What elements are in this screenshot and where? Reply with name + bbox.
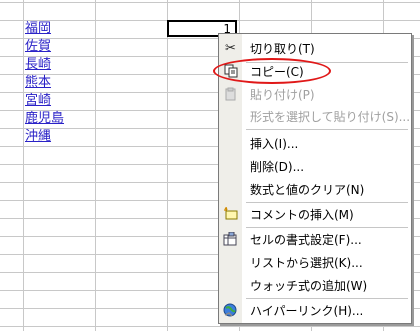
menu-item-copy[interactable]: コピー(C): [219, 60, 411, 82]
menu-item-pick-from-list[interactable]: リストから選択(K)...: [219, 251, 411, 273]
menu-item-paste[interactable]: 貼り付け(P): [219, 83, 411, 105]
menu-item-label: 切り取り(T): [250, 41, 315, 56]
scissors-icon: ✂: [225, 40, 236, 56]
menu-item-insert-comment[interactable]: コメントの挿入(M): [219, 203, 411, 225]
menu-item-label: リストから選択(K)...: [250, 255, 363, 270]
context-menu: ✂ 切り取り(T) コピー(C) 貼り付け(P) 形式を選択して貼り付け(S).…: [218, 33, 412, 324]
menu-item-label: セルの書式設定(F)...: [250, 232, 362, 247]
menu-item-label: コピー(C): [250, 64, 304, 79]
paste-icon: [219, 83, 242, 105]
menu-item-label: 削除(D)...: [250, 159, 305, 174]
cell-link-okinawa[interactable]: 沖縄: [25, 128, 51, 146]
cell-link-kumamoto[interactable]: 熊本: [25, 74, 51, 92]
cell-link-kagoshima[interactable]: 鹿児島: [25, 110, 64, 128]
menu-item-clear-contents[interactable]: 数式と値のクリア(N): [219, 178, 411, 200]
hyperlink-globe-icon: [219, 299, 242, 321]
menu-item-label: 挿入(I)...: [250, 136, 299, 151]
menu-item-format-cells[interactable]: セルの書式設定(F)...: [219, 228, 411, 250]
menu-item-add-watch[interactable]: ウォッチ式の追加(W): [219, 274, 411, 296]
menu-item-hyperlink[interactable]: ハイパーリンク(H)...: [219, 299, 411, 321]
menu-item-label: ウォッチ式の追加(W): [250, 278, 368, 293]
copy-icon: [219, 60, 242, 82]
cell-link-nagasaki[interactable]: 長崎: [25, 56, 51, 74]
menu-item-label: ハイパーリンク(H)...: [250, 303, 364, 318]
insert-comment-icon: [219, 203, 242, 225]
menu-item-cut[interactable]: ✂ 切り取り(T): [219, 37, 411, 59]
menu-item-label: 貼り付け(P): [250, 87, 315, 102]
menu-item-paste-special[interactable]: 形式を選択して貼り付け(S)...: [219, 105, 411, 127]
cell-link-saga[interactable]: 佐賀: [25, 38, 51, 56]
menu-item-label: 形式を選択して貼り付け(S)...: [250, 109, 411, 124]
menu-item-insert[interactable]: 挿入(I)...: [219, 132, 411, 154]
menu-separator: [246, 129, 408, 130]
format-cells-icon: [219, 228, 242, 250]
menu-item-label: 数式と値のクリア(N): [250, 182, 365, 197]
cell-link-fukuoka[interactable]: 福岡: [25, 20, 51, 38]
cell-link-miyazaki[interactable]: 宮崎: [25, 92, 51, 110]
menu-item-delete[interactable]: 削除(D)...: [219, 155, 411, 177]
menu-item-label: コメントの挿入(M): [250, 207, 354, 222]
